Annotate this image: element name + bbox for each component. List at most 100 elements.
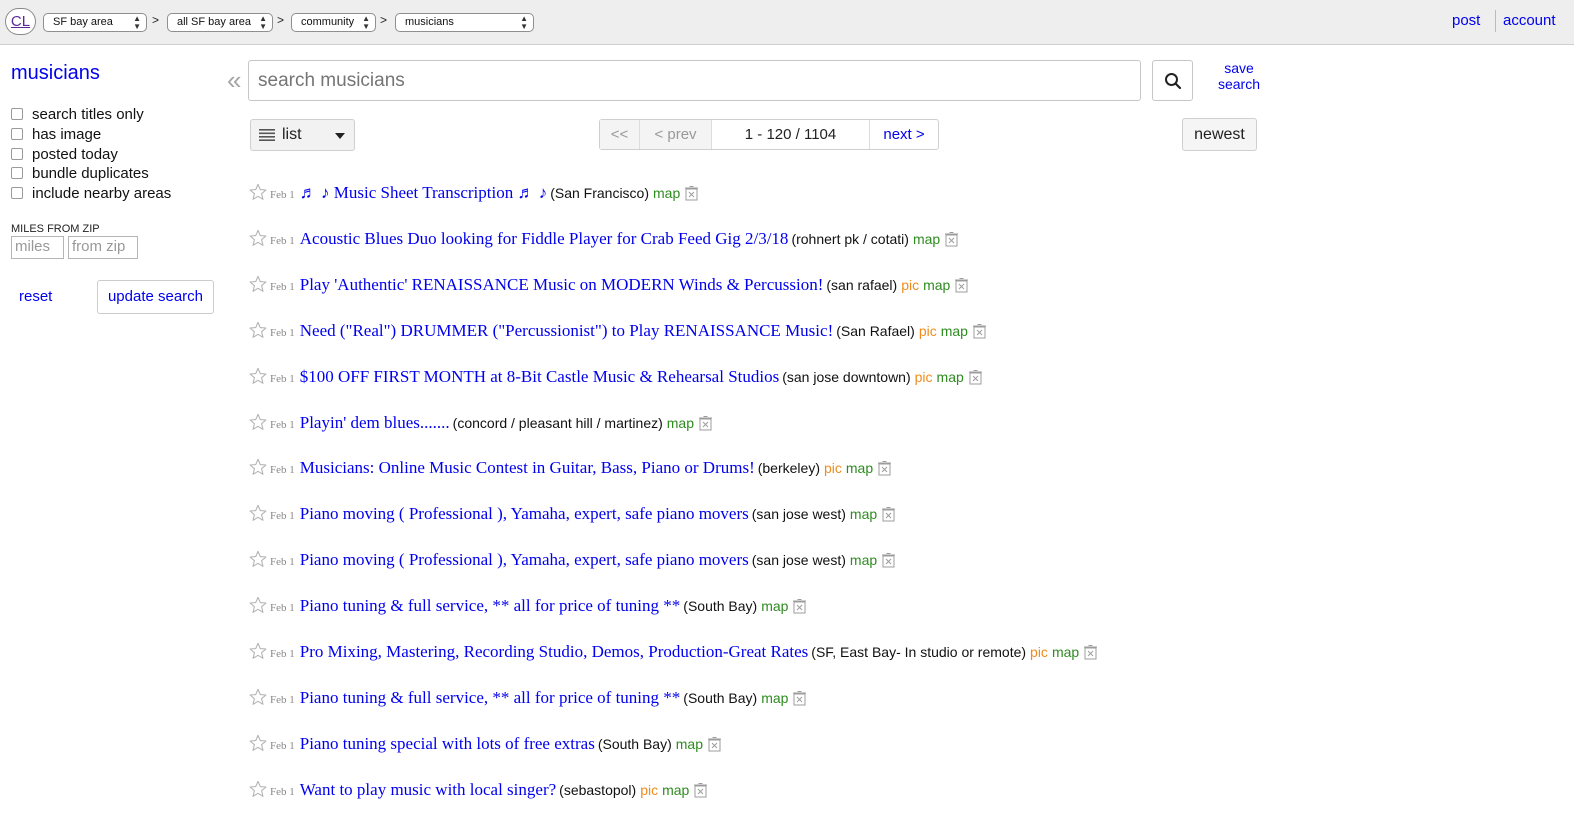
star-icon[interactable]: [249, 229, 267, 247]
hide-posting-icon[interactable]: [972, 324, 986, 339]
sort-newest-button[interactable]: newest: [1182, 118, 1257, 151]
checkbox[interactable]: [11, 167, 23, 179]
star-icon[interactable]: [249, 183, 267, 201]
star-icon[interactable]: [249, 321, 267, 339]
star-icon[interactable]: [249, 504, 267, 522]
result-map-link[interactable]: map: [1052, 644, 1079, 660]
star-icon[interactable]: [249, 550, 267, 568]
result-map-link[interactable]: map: [850, 552, 877, 568]
first-page-button[interactable]: <<: [600, 120, 640, 149]
hide-posting-icon[interactable]: [708, 737, 721, 752]
zip-input[interactable]: from zip: [68, 236, 138, 259]
result-date: Feb 1: [270, 694, 295, 706]
filter-search-titles-only[interactable]: search titles only: [11, 106, 144, 124]
result-title-link[interactable]: Piano tuning & full service, ** all for …: [300, 596, 681, 615]
result-map-link[interactable]: map: [653, 185, 680, 201]
result-title-link[interactable]: $100 OFF FIRST MONTH at 8-Bit Castle Mus…: [300, 367, 779, 386]
star-icon[interactable]: [249, 367, 267, 385]
star-icon[interactable]: [249, 458, 267, 476]
result-title-link[interactable]: Piano tuning & full service, ** all for …: [300, 688, 681, 707]
result-map-link[interactable]: map: [923, 277, 950, 293]
result-title-link[interactable]: Piano moving ( Professional ), Yamaha, e…: [300, 504, 749, 523]
hide-posting-icon[interactable]: [882, 507, 896, 522]
checkbox[interactable]: [11, 148, 23, 160]
result-row: Feb 1 $100 OFF FIRST MONTH at 8-Bit Castl…: [249, 367, 982, 389]
result-map-link[interactable]: map: [846, 460, 873, 476]
star-icon[interactable]: [249, 642, 267, 660]
save-search-link[interactable]: save search: [1210, 60, 1268, 92]
reset-link[interactable]: reset: [19, 288, 52, 305]
result-map-link[interactable]: map: [850, 506, 877, 522]
result-map-link[interactable]: map: [937, 369, 964, 385]
breadcrumb-select-category[interactable]: musicians ▲ ▼: [395, 13, 534, 32]
result-neighborhood: (San Francisco): [550, 185, 650, 201]
result-date: Feb 1: [270, 556, 295, 568]
filter-bundle-duplicates[interactable]: bundle duplicates: [11, 165, 149, 183]
result-title-link[interactable]: Piano tuning special with lots of free e…: [300, 734, 595, 753]
result-title-link[interactable]: Pro Mixing, Mastering, Recording Studio,…: [300, 642, 809, 661]
result-neighborhood: (South Bay): [683, 598, 758, 614]
result-map-link[interactable]: map: [761, 598, 788, 614]
craigslist-logo-link[interactable]: CL: [5, 8, 36, 35]
checkbox[interactable]: [11, 187, 23, 199]
results-range: 1 - 120 / 1104: [712, 120, 870, 149]
hide-posting-icon[interactable]: [793, 691, 807, 706]
breadcrumb-select-region[interactable]: SF bay area ▲ ▼: [43, 13, 147, 32]
hide-posting-icon[interactable]: [968, 370, 982, 385]
search-icon: [1165, 73, 1182, 90]
result-title-link[interactable]: Want to play music with local singer?: [300, 780, 556, 799]
filter-posted-today[interactable]: posted today: [11, 146, 118, 164]
result-map-link[interactable]: map: [913, 231, 940, 247]
post-link[interactable]: post: [1452, 12, 1480, 29]
result-map-link[interactable]: map: [667, 415, 694, 431]
prev-page-button[interactable]: < prev: [640, 120, 712, 149]
category-title[interactable]: musicians: [11, 62, 100, 85]
result-title-link[interactable]: Piano moving ( Professional ), Yamaha, e…: [300, 550, 749, 569]
checkbox[interactable]: [11, 108, 23, 120]
breadcrumb-select-category-label: musicians: [405, 16, 454, 28]
hide-posting-icon[interactable]: [793, 599, 807, 614]
star-icon[interactable]: [249, 780, 267, 798]
hide-posting-icon[interactable]: [685, 186, 699, 201]
breadcrumb-select-section[interactable]: community ▲ ▼: [291, 13, 376, 32]
filter-has-image[interactable]: has image: [11, 126, 101, 144]
filter-label: has image: [32, 126, 102, 143]
result-map-link[interactable]: map: [761, 690, 788, 706]
checkbox[interactable]: [11, 128, 23, 140]
star-icon[interactable]: [249, 596, 267, 614]
star-icon[interactable]: [249, 413, 267, 431]
hide-posting-icon[interactable]: [945, 232, 959, 247]
hide-posting-icon[interactable]: [694, 783, 708, 798]
result-title-link[interactable]: Acoustic Blues Duo looking for Fiddle Pl…: [300, 229, 789, 248]
caret-down-icon: [335, 133, 345, 139]
search-input[interactable]: search musicians: [248, 60, 1141, 101]
hide-posting-icon[interactable]: [955, 278, 969, 293]
result-title-link[interactable]: Need ("Real") DRUMMER ("Percussionist") …: [300, 321, 833, 340]
update-search-button[interactable]: update search: [97, 280, 214, 314]
result-map-link[interactable]: map: [941, 323, 968, 339]
hide-posting-icon[interactable]: [1084, 645, 1098, 660]
star-icon[interactable]: [249, 734, 267, 752]
result-row: Feb 1 Playin' dem blues....... (concord / …: [249, 413, 712, 435]
result-title-link[interactable]: Play 'Authentic' RENAISSANCE Music on MO…: [300, 275, 824, 294]
star-icon[interactable]: [249, 688, 267, 706]
result-map-link[interactable]: map: [676, 736, 703, 752]
result-map-link[interactable]: map: [662, 782, 689, 798]
result-title-link[interactable]: Musicians: Online Music Contest in Guita…: [300, 458, 755, 477]
select-arrows-icon: ▲ ▼: [520, 14, 528, 31]
hide-posting-icon[interactable]: [882, 553, 896, 568]
view-mode-select[interactable]: list: [250, 119, 355, 151]
search-button[interactable]: [1152, 60, 1193, 101]
result-row: Feb 1 Piano tuning & full service, ** all…: [249, 688, 807, 710]
account-link[interactable]: account: [1503, 12, 1556, 29]
hide-posting-icon[interactable]: [699, 416, 712, 431]
hide-posting-icon[interactable]: [878, 461, 892, 476]
next-page-button[interactable]: next >: [870, 120, 938, 149]
result-title-link[interactable]: ♬ ♪ Music Sheet Transcription ♬ ♪: [300, 183, 547, 202]
miles-input[interactable]: miles: [11, 236, 64, 259]
collapse-sidebar-button[interactable]: «: [227, 67, 241, 93]
star-icon[interactable]: [249, 275, 267, 293]
filter-include-nearby-areas[interactable]: include nearby areas: [11, 185, 171, 203]
result-title-link[interactable]: Playin' dem blues.......: [300, 413, 450, 432]
breadcrumb-select-subarea[interactable]: all SF bay area ▲ ▼: [167, 13, 273, 32]
